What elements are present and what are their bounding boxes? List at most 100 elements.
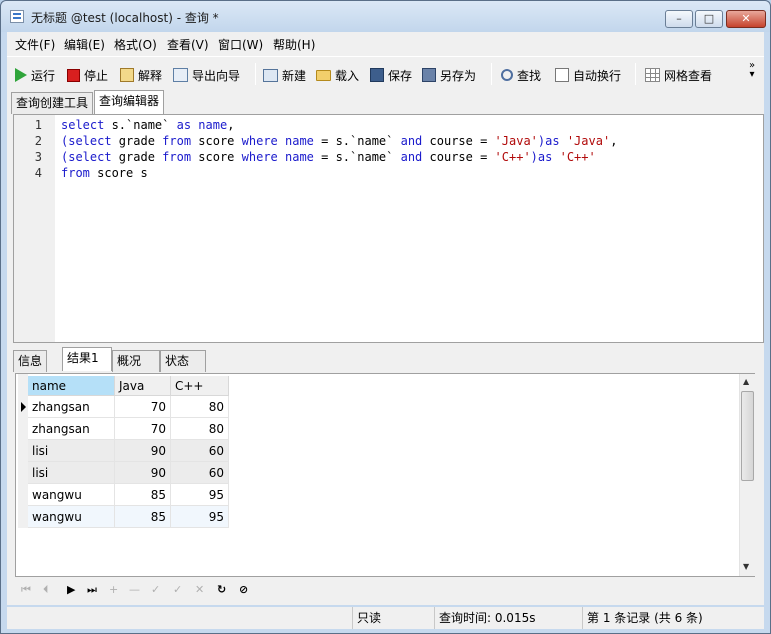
menu-format[interactable]: 格式(O)	[114, 36, 157, 53]
run-button[interactable]: 运行	[15, 65, 55, 85]
toolbar-separator	[491, 63, 492, 85]
result-grid[interactable]: name Java C++ zhangsan 70 80 zhangsan 70 80 li…	[15, 373, 755, 577]
menu-edit[interactable]: 编辑(E)	[64, 36, 105, 53]
apply-all-icon[interactable]: ✓	[173, 583, 182, 596]
scroll-thumb[interactable]	[741, 391, 754, 481]
query-time-status: 查询时间: 0.015s	[434, 607, 582, 629]
cell-cpp[interactable]: 60	[171, 462, 229, 484]
code-line: select s.`name` as name,	[61, 117, 234, 133]
read-only-status: 只读	[352, 607, 434, 629]
delete-record-icon[interactable]: —	[129, 583, 140, 596]
cell-cpp[interactable]: 80	[171, 396, 229, 418]
tab-profile[interactable]: 概况	[112, 350, 160, 372]
cell-java[interactable]: 70	[115, 396, 171, 418]
cell-name[interactable]: zhangsan	[28, 396, 115, 418]
record-count-status: 第 1 条记录 (共 6 条)	[582, 607, 764, 629]
word-wrap-button[interactable]: 自动换行	[555, 65, 621, 85]
menu-help[interactable]: 帮助(H)	[273, 36, 315, 53]
row-selector[interactable]	[18, 484, 28, 506]
cell-cpp[interactable]: 80	[171, 418, 229, 440]
cell-java[interactable]: 70	[115, 418, 171, 440]
save-as-button[interactable]: 另存为	[422, 65, 476, 85]
scroll-down-icon[interactable]: ▼	[743, 562, 749, 571]
sql-keyword: name	[198, 118, 228, 132]
stop-refresh-icon[interactable]: ⊘	[239, 583, 248, 596]
cell-java[interactable]: 90	[115, 440, 171, 462]
new-button[interactable]: 新建	[263, 65, 306, 85]
sql-text: score	[191, 134, 242, 148]
sql-text: course =	[422, 150, 495, 164]
cell-name[interactable]: wangwu	[28, 484, 115, 506]
previous-record-icon[interactable]: ⏴	[43, 583, 49, 597]
first-record-icon[interactable]: ⏮	[21, 583, 31, 597]
vertical-scrollbar[interactable]: ▲ ▼	[739, 374, 755, 576]
menu-view[interactable]: 查看(V)	[167, 36, 209, 53]
tab-query-editor[interactable]: 查询编辑器	[94, 90, 165, 114]
export-wizard-label: 导出向导	[192, 68, 241, 83]
cell-java[interactable]: 85	[115, 506, 171, 528]
cell-cpp[interactable]: 95	[171, 484, 229, 506]
sql-text: grade	[111, 134, 163, 148]
window-title: 无标题 @test (localhost) - 查询 *	[31, 11, 219, 25]
grid-icon	[645, 68, 660, 82]
line-number: 4	[34, 166, 42, 180]
toolbar: 运行 停止 解释 导出向导 新建 载入 保存 另存为 查找 自动换行 网格查看 …	[7, 56, 764, 90]
run-label: 运行	[31, 68, 56, 83]
next-record-icon[interactable]: ▶	[67, 583, 75, 596]
minimize-button[interactable]: –	[665, 10, 693, 28]
export-wizard-button[interactable]: 导出向导	[173, 65, 240, 85]
discard-change-icon[interactable]: ✕	[195, 583, 204, 596]
tab-status[interactable]: 状态	[160, 350, 206, 372]
explain-button[interactable]: 解释	[120, 65, 162, 85]
row-selector[interactable]	[18, 462, 28, 484]
save-as-label: 另存为	[440, 68, 477, 83]
last-record-icon[interactable]: ⏭	[87, 583, 97, 597]
maximize-button[interactable]: □	[695, 10, 723, 28]
save-button[interactable]: 保存	[370, 65, 412, 85]
scroll-up-icon[interactable]: ▲	[743, 377, 749, 386]
cell-java[interactable]: 85	[115, 484, 171, 506]
row-selector[interactable]	[18, 440, 28, 462]
cell-name[interactable]: lisi	[28, 462, 115, 484]
cell-cpp[interactable]: 95	[171, 506, 229, 528]
row-selector[interactable]	[18, 418, 28, 440]
find-button[interactable]: 查找	[501, 65, 541, 85]
cell-name[interactable]: zhangsan	[28, 418, 115, 440]
stop-button[interactable]: 停止	[67, 65, 108, 85]
cell-name[interactable]: lisi	[28, 440, 115, 462]
grid-view-button[interactable]: 网格查看	[645, 65, 712, 85]
column-header-cpp[interactable]: C++	[171, 376, 229, 396]
column-header-java[interactable]: Java	[115, 376, 171, 396]
apply-change-icon[interactable]: ✓	[151, 583, 160, 596]
menu-file[interactable]: 文件(F)	[15, 36, 55, 53]
refresh-icon[interactable]: ↻	[217, 583, 226, 596]
word-wrap-label: 自动换行	[573, 68, 622, 83]
column-header-name[interactable]: name	[28, 376, 115, 396]
row-selector[interactable]	[18, 396, 28, 418]
toolbar-overflow-button[interactable]: » ▾	[746, 61, 758, 80]
row-selector[interactable]	[18, 506, 28, 528]
cell-java[interactable]: 90	[115, 462, 171, 484]
sql-editor[interactable]: 1 select s.`name` as name, 2 (select grade …	[13, 114, 764, 343]
sql-keyword: from	[162, 150, 192, 164]
close-button[interactable]: ✕	[726, 10, 766, 28]
code-line: (select grade from score where name = s.…	[61, 149, 596, 165]
add-record-icon[interactable]: +	[109, 583, 118, 596]
tab-result-1[interactable]: 结果1	[62, 347, 112, 371]
sql-keyword: from	[61, 166, 90, 180]
sql-keyword: and	[400, 150, 423, 164]
code-line: from score s	[61, 165, 148, 181]
sql-keyword: where	[241, 150, 278, 164]
load-button[interactable]: 载入	[316, 65, 359, 85]
menu-window[interactable]: 窗口(W)	[218, 36, 263, 53]
tab-info[interactable]: 信息	[13, 350, 48, 372]
main-panel: 查询创建工具 查询编辑器 1 select s.`name` as name, 2 (…	[7, 90, 764, 605]
stop-label: 停止	[84, 68, 109, 83]
title-bar[interactable]: 无标题 @test (localhost) - 查询 * – □ ✕	[1, 1, 770, 32]
sql-text: score s	[89, 166, 148, 180]
tab-query-builder[interactable]: 查询创建工具	[11, 92, 94, 114]
cell-cpp[interactable]: 60	[171, 440, 229, 462]
cell-name[interactable]: wangwu	[28, 506, 115, 528]
sql-keyword: where	[241, 134, 278, 148]
record-navigator: ⏮ ⏴ ▶ ⏭ + — ✓ ✓ ✕ ↻ ⊘	[15, 579, 755, 601]
